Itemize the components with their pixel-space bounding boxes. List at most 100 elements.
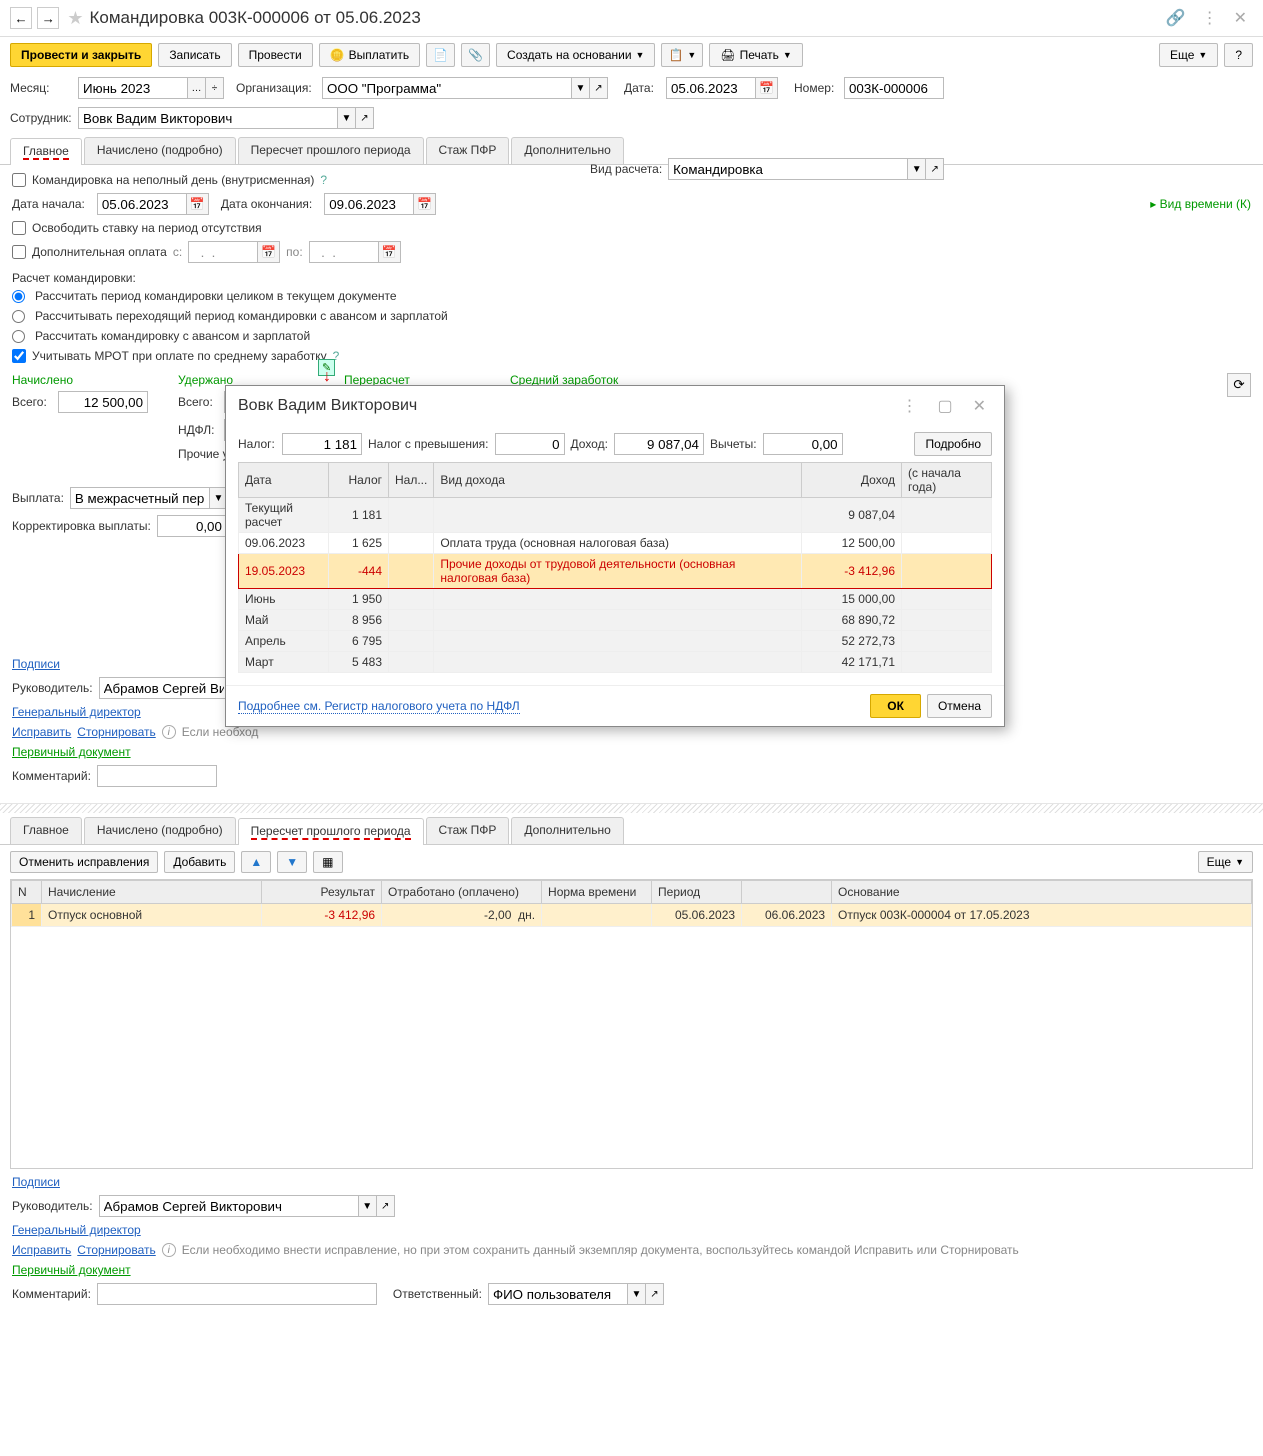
tab-glavnoe-2[interactable]: Главное <box>10 817 82 844</box>
partial-day-checkbox[interactable] <box>12 173 26 187</box>
pay-button[interactable]: 🪙Выплатить <box>319 43 420 67</box>
popup-details-button[interactable]: Подробно <box>914 432 992 456</box>
calendar-button[interactable]: 📅 <box>756 77 778 99</box>
employee-input[interactable] <box>78 107 338 129</box>
document-icon-button[interactable]: 📄 <box>426 43 455 67</box>
table-row[interactable]: Март5 48342 171,71 <box>239 652 992 673</box>
calc-type-input[interactable] <box>668 158 908 180</box>
radio-advance[interactable] <box>12 330 25 343</box>
create-based-on-button[interactable]: Создать на основании ▼ <box>496 43 655 67</box>
popup-kebab-icon[interactable]: ⋮ <box>895 394 923 418</box>
tab-pereschet[interactable]: Пересчет прошлого периода <box>238 137 424 164</box>
kebab-menu-icon[interactable]: ⋮ <box>1196 6 1224 30</box>
primary-doc-link[interactable]: Первичный документ <box>12 745 131 759</box>
radio-full-period[interactable] <box>12 290 25 303</box>
extra-to-input[interactable] <box>309 241 379 263</box>
move-up-button[interactable]: ▲ <box>241 851 271 873</box>
print-button[interactable]: 🖨 Печать ▼ <box>709 43 802 67</box>
popup-cancel-button[interactable]: Отмена <box>927 694 992 718</box>
popup-tax-input[interactable] <box>282 433 362 455</box>
payment-select[interactable] <box>70 487 210 509</box>
org-dropdown-button[interactable]: ▼ <box>572 77 590 99</box>
extra-from-input[interactable] <box>188 241 258 263</box>
fix-link-2[interactable]: Исправить <box>12 1243 71 1257</box>
tab-nachisleno[interactable]: Начислено (подробно) <box>84 137 236 164</box>
start-date-input[interactable] <box>97 193 187 215</box>
month-picker-button[interactable]: … <box>188 77 206 99</box>
table-row[interactable]: 1 Отпуск основной -3 412,96 -2,00 дн. 05… <box>12 904 1252 927</box>
storno-link-2[interactable]: Сторнировать <box>77 1243 155 1257</box>
table-row[interactable]: 19.05.2023-444Прочие доходы от трудовой … <box>239 554 992 589</box>
month-input[interactable] <box>78 77 188 99</box>
org-input[interactable] <box>322 77 572 99</box>
popup-close-icon[interactable]: ✕ <box>967 394 992 418</box>
month-spinner-button[interactable]: ÷ <box>206 77 224 99</box>
signatures-link-2[interactable]: Подписи <box>12 1175 60 1189</box>
move-down-button[interactable]: ▼ <box>277 851 307 873</box>
mrot-checkbox[interactable] <box>12 349 26 363</box>
primary-doc-link-2[interactable]: Первичный документ <box>12 1263 131 1277</box>
comment-input[interactable] <box>97 765 217 787</box>
calc-type-open-button[interactable]: ↗ <box>926 158 944 180</box>
popup-income-input[interactable] <box>614 433 704 455</box>
calendar-button[interactable]: 📅 <box>258 241 280 263</box>
table-settings-button[interactable]: ▦ <box>313 851 342 873</box>
correction-input[interactable] <box>157 515 227 537</box>
table-row[interactable]: Июнь1 95015 000,00 <box>239 589 992 610</box>
org-open-button[interactable]: ↗ <box>590 77 608 99</box>
comment-input-2[interactable] <box>97 1283 377 1305</box>
tab-pereschet-2[interactable]: Пересчет прошлого периода <box>238 818 424 845</box>
favorite-star-icon[interactable]: ★ <box>67 8 83 29</box>
fix-link[interactable]: Исправить <box>12 725 71 739</box>
signatures-link[interactable]: Подписи <box>12 657 60 671</box>
popup-excess-input[interactable] <box>495 433 565 455</box>
position-link-2[interactable]: Генеральный директор <box>12 1223 141 1237</box>
help-button[interactable]: ? <box>1224 43 1253 67</box>
link-icon[interactable]: 🔗 <box>1160 6 1192 30</box>
employee-dropdown-button[interactable]: ▼ <box>338 107 356 129</box>
attach-icon-button[interactable]: 📎 <box>461 43 490 67</box>
end-date-input[interactable] <box>324 193 414 215</box>
help-icon[interactable]: ? <box>320 173 327 187</box>
tab-dopolnitelno-2[interactable]: Дополнительно <box>511 817 623 844</box>
leader-input-2[interactable] <box>99 1195 359 1217</box>
more-button[interactable]: Еще ▼ <box>1159 43 1218 67</box>
doc-number-input[interactable] <box>844 77 944 99</box>
tab-stazh-pfr[interactable]: Стаж ПФР <box>426 137 510 164</box>
release-rate-checkbox[interactable] <box>12 221 26 235</box>
responsible-input[interactable] <box>488 1283 628 1305</box>
position-link[interactable]: Генеральный директор <box>12 705 141 719</box>
employee-open-button[interactable]: ↗ <box>356 107 374 129</box>
time-kind-link[interactable]: ▸ Вид времени (К) <box>1150 197 1251 211</box>
table-row[interactable]: Апрель6 79552 272,73 <box>239 631 992 652</box>
recalc-more-button[interactable]: Еще ▼ <box>1198 851 1253 873</box>
popup-register-link[interactable]: Подробнее см. Регистр налогового учета п… <box>238 699 520 714</box>
leader-dropdown-button[interactable]: ▼ <box>359 1195 377 1217</box>
popup-deduct-input[interactable] <box>763 433 843 455</box>
calendar-button[interactable]: 📅 <box>187 193 209 215</box>
nav-back-button[interactable]: ← <box>10 7 32 29</box>
refresh-button[interactable]: ⟳ <box>1227 373 1251 397</box>
calendar-button[interactable]: 📅 <box>379 241 401 263</box>
post-button[interactable]: Провести <box>238 43 313 67</box>
extra-pay-checkbox[interactable] <box>12 245 26 259</box>
table-row[interactable]: 09.06.20231 625Оплата труда (основная на… <box>239 533 992 554</box>
radio-carryover[interactable] <box>12 310 25 323</box>
table-row[interactable]: Текущий расчет1 1819 087,04 <box>239 498 992 533</box>
calendar-button[interactable]: 📅 <box>414 193 436 215</box>
doc-date-input[interactable] <box>666 77 756 99</box>
cancel-fixes-button[interactable]: Отменить исправления <box>10 851 158 873</box>
tab-glavnoe[interactable]: Главное <box>10 138 82 165</box>
storno-link[interactable]: Сторнировать <box>77 725 155 739</box>
nav-forward-button[interactable]: → <box>37 7 59 29</box>
save-button[interactable]: Записать <box>158 43 231 67</box>
post-and-close-button[interactable]: Провести и закрыть <box>10 43 152 67</box>
popup-ok-button[interactable]: ОК <box>870 694 921 718</box>
action-dropdown-button[interactable]: 📋▼ <box>661 43 703 67</box>
add-row-button[interactable]: Добавить <box>164 851 235 873</box>
tab-stazh-pfr-2[interactable]: Стаж ПФР <box>426 817 510 844</box>
popup-maximize-icon[interactable]: ▢ <box>931 394 958 418</box>
calc-type-dropdown-button[interactable]: ▼ <box>908 158 926 180</box>
table-row[interactable]: Май8 95668 890,72 <box>239 610 992 631</box>
leader-open-button[interactable]: ↗ <box>377 1195 395 1217</box>
